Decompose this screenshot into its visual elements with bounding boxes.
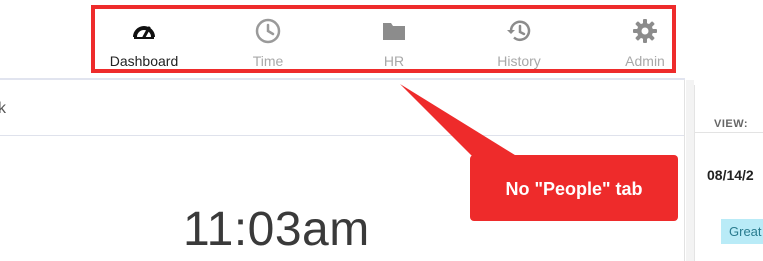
dashboard-gauge-icon [133, 26, 155, 39]
nav-tab-dashboard[interactable]: Dashboard [99, 17, 189, 69]
gear-icon [633, 19, 657, 43]
annotation-text: No "People" tab [505, 179, 643, 199]
view-label: VIEW: [714, 118, 749, 130]
folder-icon [383, 23, 405, 40]
nav-tab-hr[interactable]: HR [349, 17, 439, 69]
date-display: 08/14/2 [707, 167, 754, 183]
nav-tab-admin[interactable]: Admin [600, 17, 690, 69]
nav-tab-history[interactable]: History [474, 17, 564, 69]
top-navigation-bar: Dashboard Time HR History Admin [0, 0, 763, 78]
highlighted-nav-group: Dashboard Time HR History Admin [91, 5, 676, 73]
nav-tab-label: History [497, 53, 541, 69]
clock-icon [255, 18, 281, 44]
nav-tab-label: Time [252, 53, 284, 69]
side-panel-divider [695, 132, 763, 133]
nav-tab-label: Dashboard [109, 53, 179, 69]
side-panel: VIEW: 08/14/2 Great [694, 85, 763, 261]
nav-tab-time[interactable]: Time [223, 17, 313, 69]
panel-header: k [0, 80, 684, 136]
current-time-display: 11:03am [183, 203, 370, 256]
nav-tab-label: Admin [625, 53, 665, 69]
panel-header-title: k [0, 100, 6, 117]
nav-tab-label: HR [383, 53, 405, 69]
status-badge[interactable]: Great [721, 219, 763, 244]
panel-gutter [686, 80, 694, 261]
history-icon [507, 20, 531, 42]
